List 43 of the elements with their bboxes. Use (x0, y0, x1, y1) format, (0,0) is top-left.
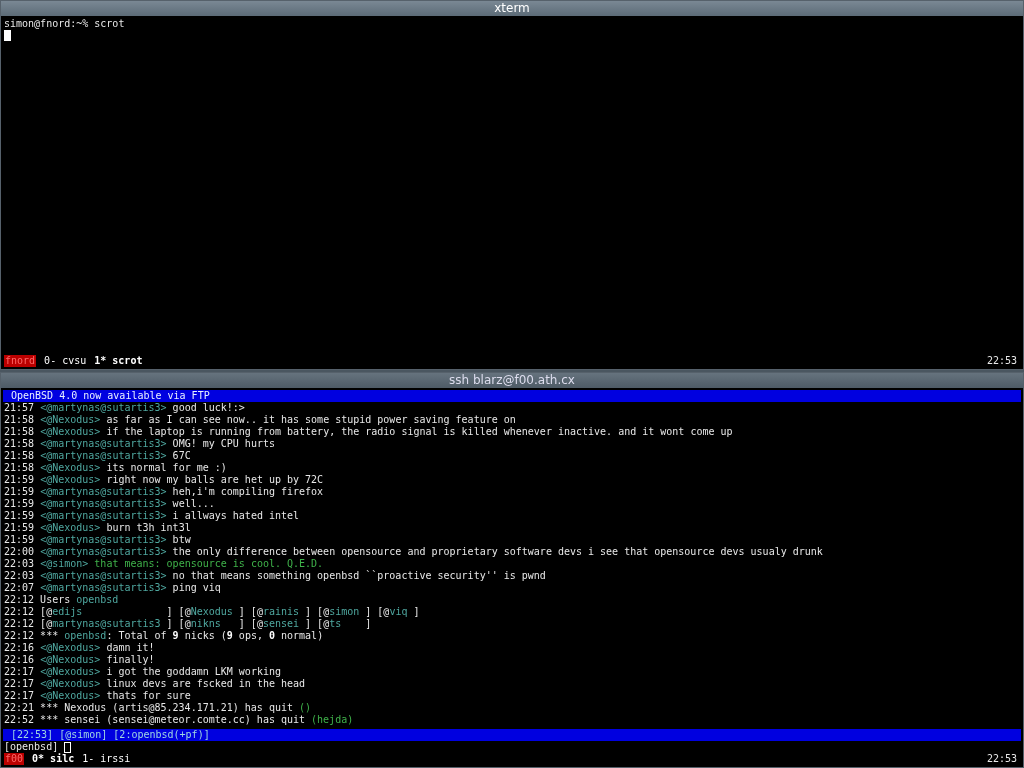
chat-line: 21:58 <@Nexodus> if the laptop is running from battery, the radio signal is killed whenever inactive. and it wont come up (4, 426, 734, 438)
chat-line: 21:59 <@martynas@sutartis3> i allways hated intel (4, 510, 301, 522)
shell-command: simon@fnord:~% scrot (4, 18, 126, 30)
input-cursor[interactable] (64, 741, 72, 753)
host-label: f00 (4, 753, 25, 765)
log-line: 22:12 [@martynas@sutartis3 ] [@nikns ] [@sensei ] [@ts ] (4, 618, 373, 630)
log-line: 22:52 *** sensei (sensei@meteor.comte.cc) has quit (hejda) (4, 714, 355, 726)
window-tab[interactable]: 0* silc (32, 753, 75, 765)
log-line: 22:21 *** Nexodus (artis@85.234.171.21) has quit () (4, 702, 313, 714)
log-line: 22:12 [@edijs ] [@Nexodus ] [@rainis ] [@simon ] [@viq ] (4, 606, 421, 618)
window-tab[interactable]: 1- irssi (82, 753, 131, 765)
chat-line: 22:00 <@martynas@sutartis3> the only difference between opensource and proprietary software devs i see that opensource devs usualy drunk (4, 546, 824, 558)
chat-line: 21:58 <@Nexodus> as far as I can see now.. it has some stupid power saving feature on (4, 414, 517, 426)
chat-line: 21:57 <@martynas@sutartis3> good luck!:> (4, 402, 246, 414)
chat-line: 21:58 <@martynas@sutartis3> OMG! my CPU hurts (4, 438, 276, 450)
chat-line: 21:59 <@martynas@sutartis3> btw (4, 534, 192, 546)
chat-line: 22:03 <@martynas@sutartis3> no that means something openbsd ``proactive security'' is pwnd (4, 570, 547, 582)
input-prompt: [openbsd] (4, 741, 59, 753)
chat-line: 22:17 <@Nexodus> i got the goddamn LKM working (4, 666, 282, 678)
window-tab[interactable]: 1* scrot (94, 355, 143, 367)
chat-line: 22:17 <@Nexodus> thats for sure (4, 690, 192, 702)
chat-line: 22:17 <@Nexodus> linux devs are fscked in the head (4, 678, 307, 690)
chat-line: 21:58 <@Nexodus> its normal for me :) (4, 462, 228, 474)
chat-line: 22:07 <@martynas@sutartis3> ping viq (4, 582, 222, 594)
topic-bar: OpenBSD 4.0 now available via FTP (3, 390, 1021, 402)
window-tab[interactable]: 0- cvsu (44, 355, 87, 367)
window-title: ssh blarz@f00.ath.cx (1, 373, 1023, 388)
window-title: xterm (1, 1, 1023, 16)
chat-line: 21:59 <@martynas@sutartis3> well... (4, 498, 216, 510)
clock: 22:53 (986, 355, 1018, 367)
host-label: fnord (4, 355, 37, 367)
chat-line: 22:16 <@Nexodus> finally! (4, 654, 156, 666)
chat-line: 21:59 <@Nexodus> right now my balls are het up by 72C (4, 474, 325, 486)
chat-line: 22:03 <@simon> that means: opensource is cool. Q.E.D. (4, 558, 325, 570)
text-cursor (4, 30, 11, 41)
chat-line: 22:16 <@Nexodus> damn it! (4, 642, 156, 654)
chat-line: 21:59 <@martynas@sutartis3> heh,i'm compiling firefox (4, 486, 325, 498)
log-line: 22:12 Users openbsd (4, 594, 120, 606)
log-line: 22:12 *** openbsd: Total of 9 nicks (9 ops, 0 normal) (4, 630, 325, 642)
chat-line: 21:58 <@martynas@sutartis3> 67C (4, 450, 192, 462)
clock: 22:53 (986, 753, 1018, 765)
chat-line: 21:59 <@Nexodus> burn t3h int3l (4, 522, 192, 534)
status-bar: [22:53] [@simon] [2:openbsd(+pf)] (3, 729, 1021, 741)
